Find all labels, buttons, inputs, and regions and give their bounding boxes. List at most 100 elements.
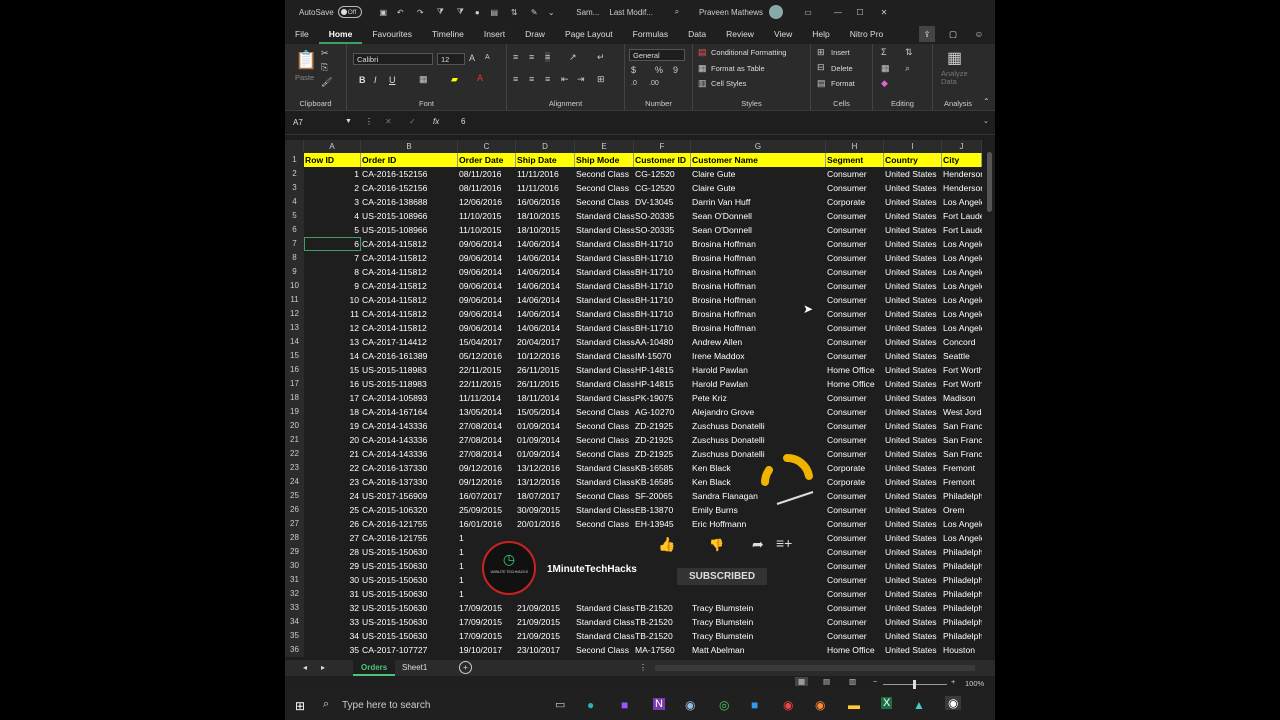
table-cell[interactable]: 20/04/2017 <box>516 335 575 349</box>
table-cell[interactable]: 26/11/2015 <box>516 377 575 391</box>
table-cell[interactable]: United States <box>884 489 942 503</box>
table-cell[interactable]: Standard Class <box>575 391 635 405</box>
table-cell[interactable]: Seattle <box>942 349 982 363</box>
save-icon[interactable]: ▣ <box>376 0 390 24</box>
sheet-bar-more-icon[interactable]: ⋮ <box>639 663 647 672</box>
table-cell[interactable]: Sean O'Donnell <box>691 209 826 223</box>
table-cell[interactable]: 09/06/2014 <box>458 237 516 251</box>
table-cell[interactable]: United States <box>884 209 942 223</box>
table-cell[interactable]: 13 <box>304 335 361 349</box>
table-cell[interactable]: Pete Kriz <box>691 391 826 405</box>
table-cell[interactable]: Consumer <box>826 629 884 643</box>
column-header-h[interactable]: H <box>826 140 884 153</box>
next-sheet-icon[interactable]: ▸ <box>321 663 325 672</box>
search-icon[interactable]: ⌕ <box>669 0 685 24</box>
table-cell[interactable]: Consumer <box>826 503 884 517</box>
table-cell[interactable]: 15/04/2017 <box>458 335 516 349</box>
table-cell[interactable]: Irene Maddox <box>691 349 826 363</box>
table-cell[interactable]: CA-2014-143336 <box>361 419 458 433</box>
table-cell[interactable]: Consumer <box>826 251 884 265</box>
table-cell[interactable]: United States <box>884 195 942 209</box>
table-cell[interactable]: Philadelphia <box>942 545 982 559</box>
table-cell[interactable]: 21/09/2015 <box>516 629 575 643</box>
like-icon[interactable]: 👍 <box>658 536 675 553</box>
table-cell[interactable]: Darrin Van Huff <box>691 195 826 209</box>
table-cell[interactable]: Philadelphia <box>942 601 982 615</box>
comments-icon[interactable]: ▢ <box>945 29 961 40</box>
channel-logo[interactable]: ◷ 1MINUTE TECHHACKS <box>482 541 536 595</box>
table-cell[interactable]: 05/12/2016 <box>458 349 516 363</box>
table-cell[interactable]: Standard Class <box>575 223 635 237</box>
column-header-g[interactable]: G <box>691 140 826 153</box>
font-size-select[interactable]: 12 <box>437 53 465 65</box>
redo-icon[interactable]: ↷ <box>410 0 430 24</box>
table-cell[interactable]: 13/12/2016 <box>516 475 575 489</box>
table-cell[interactable]: 25 <box>304 503 361 517</box>
table-cell[interactable]: 14/06/2014 <box>516 237 575 251</box>
table-cell[interactable]: United States <box>884 643 942 657</box>
table-cell[interactable]: Claire Gute <box>691 181 826 195</box>
copy-icon[interactable]: ⎘ <box>321 62 328 73</box>
tab-view[interactable]: View <box>764 24 802 44</box>
table-cell[interactable]: 19/10/2017 <box>458 643 516 657</box>
table-cell[interactable]: BH-11710 <box>634 265 691 279</box>
table-cell[interactable]: 01/09/2014 <box>516 419 575 433</box>
table-cell[interactable]: US-2015-118983 <box>361 377 458 391</box>
column-header-b[interactable]: B <box>361 140 458 153</box>
qat-more-icon[interactable]: ⌄ <box>544 0 558 24</box>
align-middle-icon[interactable]: ≡ <box>529 52 534 62</box>
taskbar-search-input[interactable]: Type here to search <box>342 700 430 711</box>
table-cell[interactable]: Standard Class <box>575 363 635 377</box>
format-cells-button[interactable]: Format <box>831 79 855 88</box>
table-cell[interactable]: United States <box>884 279 942 293</box>
table-cell[interactable]: 20 <box>304 433 361 447</box>
tab-nitro-pro[interactable]: Nitro Pro <box>840 24 894 44</box>
insert-cells-button[interactable]: Insert <box>831 48 850 57</box>
zoom-slider-thumb[interactable] <box>913 680 916 689</box>
table-cell[interactable]: 11/10/2015 <box>458 223 516 237</box>
table-cell[interactable]: CA-2014-105893 <box>361 391 458 405</box>
table-cell[interactable]: 16/01/2016 <box>458 517 516 531</box>
decrease-decimal-icon[interactable]: .00 <box>649 80 659 87</box>
table-cell[interactable]: ZD-21925 <box>634 447 691 461</box>
close-icon[interactable]: ✕ <box>873 0 895 24</box>
table-cell[interactable]: 17 <box>304 391 361 405</box>
table-cell[interactable]: CA-2016-161389 <box>361 349 458 363</box>
screenshot-icon[interactable]: ▤ <box>484 0 504 24</box>
format-painter-icon[interactable]: 🖌 <box>321 77 332 88</box>
table-cell[interactable]: 26 <box>304 517 361 531</box>
table-cell[interactable]: Standard Class <box>575 349 635 363</box>
fill-icon[interactable]: ▦ <box>881 63 890 74</box>
row-header[interactable]: 27 <box>285 517 304 531</box>
table-cell[interactable]: Matt Abelman <box>691 643 826 657</box>
table-cell[interactable]: Fremont <box>942 461 982 475</box>
table-cell[interactable]: Concord <box>942 335 982 349</box>
table-cell[interactable]: Los Angeles <box>942 321 982 335</box>
table-cell[interactable]: 23/10/2017 <box>516 643 575 657</box>
table-cell[interactable]: United States <box>884 601 942 615</box>
horizontal-scrollbar[interactable] <box>655 665 975 671</box>
row-header[interactable]: 33 <box>285 601 304 615</box>
header-cell[interactable]: Row ID <box>304 153 361 167</box>
align-center-icon[interactable]: ≡ <box>529 74 534 84</box>
table-cell[interactable]: Consumer <box>826 531 884 545</box>
table-cell[interactable]: BH-11710 <box>634 321 691 335</box>
edge-icon[interactable]: ● <box>587 698 594 712</box>
table-cell[interactable]: EB-13870 <box>634 503 691 517</box>
table-cell[interactable]: US-2015-150630 <box>361 587 458 601</box>
record-icon[interactable]: ● <box>470 0 484 24</box>
table-cell[interactable]: 17/09/2015 <box>458 629 516 643</box>
row-header[interactable]: 31 <box>285 573 304 587</box>
table-cell[interactable]: US-2015-150630 <box>361 601 458 615</box>
table-cell[interactable]: United States <box>884 587 942 601</box>
table-cell[interactable]: Brosina Hoffman <box>691 251 826 265</box>
dislike-icon[interactable]: 👎 <box>709 538 724 552</box>
table-cell[interactable]: San Francisco <box>942 447 982 461</box>
table-cell[interactable]: ZD-21925 <box>634 433 691 447</box>
table-cell[interactable]: Claire Gute <box>691 167 826 181</box>
table-cell[interactable]: San Francisco <box>942 433 982 447</box>
table-cell[interactable]: 16/06/2016 <box>516 195 575 209</box>
table-cell[interactable]: United States <box>884 419 942 433</box>
firefox-icon[interactable]: ◉ <box>815 698 825 712</box>
table-cell[interactable]: Standard Class <box>575 293 635 307</box>
